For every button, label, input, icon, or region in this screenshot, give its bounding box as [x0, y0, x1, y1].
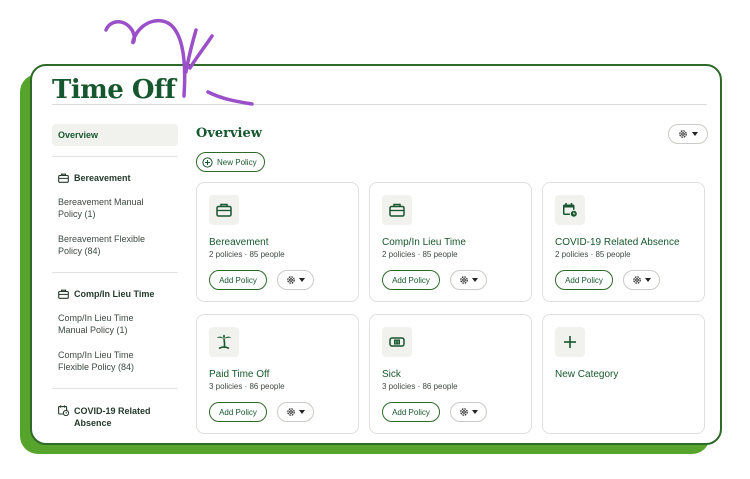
card-icon-box	[382, 327, 412, 357]
chevron-down-icon	[692, 132, 698, 136]
title-divider	[52, 104, 707, 105]
card-meta: 2 policies · 85 people	[382, 250, 458, 259]
briefcase-icon	[58, 173, 69, 183]
sidebar: Overview Bereavement Bereavement Manual …	[52, 124, 178, 443]
card-title: Comp/In Lieu Time	[382, 237, 466, 248]
gear-icon	[633, 276, 641, 284]
sidebar-item-label: Bereavement Manual	[58, 197, 144, 207]
sidebar-item-overview[interactable]: Overview	[52, 124, 178, 146]
sidebar-item-label: Bereavement Flexible	[58, 234, 146, 244]
sidebar-item-label: Policy (84)	[58, 246, 101, 256]
category-card-paid-time-off[interactable]: Paid Time Off 3 policies · 86 people Add…	[196, 314, 359, 434]
chevron-down-icon	[299, 278, 305, 282]
new-policy-button[interactable]: New Policy	[196, 152, 265, 172]
card-icon-box	[209, 195, 239, 225]
card-settings-button[interactable]	[623, 270, 660, 290]
card-meta: 2 policies · 85 people	[555, 250, 631, 259]
sidebar-divider	[52, 156, 178, 157]
new-policy-label: New Policy	[217, 157, 257, 167]
sidebar-item-label: Comp/In Lieu Time	[58, 313, 134, 323]
add-policy-button[interactable]: Add Policy	[209, 270, 267, 290]
section-title: Overview	[196, 126, 262, 141]
card-meta: 3 policies · 86 people	[382, 382, 458, 391]
sidebar-item-label: Flexible Policy (84)	[58, 362, 135, 372]
chevron-down-icon	[472, 410, 478, 414]
plus-circle-icon	[202, 156, 213, 168]
card-settings-button[interactable]	[277, 402, 314, 422]
chevron-down-icon	[299, 410, 305, 414]
gear-icon	[460, 408, 468, 416]
sidebar-group-covid[interactable]: COVID-19 Related Absence	[52, 405, 178, 429]
sidebar-group-label: COVID-19 Related	[74, 406, 151, 416]
palm-tree-icon	[217, 334, 231, 350]
category-card-comp-in-lieu[interactable]: Comp/In Lieu Time 2 policies · 85 people…	[369, 182, 532, 302]
add-policy-button[interactable]: Add Policy	[209, 402, 267, 422]
add-policy-button[interactable]: Add Policy	[555, 270, 613, 290]
card-icon-box	[555, 327, 585, 357]
category-card-sick[interactable]: Sick 3 policies · 86 people Add Policy	[369, 314, 532, 434]
category-card-covid[interactable]: COVID-19 Related Absence 2 policies · 85…	[542, 182, 705, 302]
settings-menu-button[interactable]	[668, 124, 708, 144]
add-policy-button[interactable]: Add Policy	[382, 270, 440, 290]
card-icon-box	[555, 195, 585, 225]
sidebar-group-comp-in-lieu[interactable]: Comp/In Lieu Time	[52, 289, 178, 299]
sidebar-group-label: Absence	[74, 418, 112, 428]
card-title: Bereavement	[209, 237, 269, 248]
sidebar-divider	[52, 388, 178, 389]
card-meta: 2 policies · 85 people	[209, 250, 285, 259]
app-window: Time Off Overview Bereavement Bereavemen…	[30, 64, 722, 445]
gear-icon	[679, 130, 687, 138]
gear-icon	[460, 276, 468, 284]
card-title: Paid Time Off	[209, 369, 270, 380]
briefcase-icon	[58, 289, 69, 299]
new-category-label: New Category	[555, 369, 619, 380]
sidebar-item-label: Comp/In Lieu Time	[58, 350, 134, 360]
sidebar-divider	[52, 272, 178, 273]
card-icon-box	[382, 195, 412, 225]
card-settings-button[interactable]	[277, 270, 314, 290]
sidebar-item-comp-manual[interactable]: Comp/In Lieu Time Manual Policy (1)	[52, 312, 178, 336]
sidebar-item-bereavement-flexible[interactable]: Bereavement Flexible Policy (84)	[52, 233, 178, 257]
sidebar-item-label: Policy (1)	[58, 209, 96, 219]
calendar-clock-icon	[563, 203, 578, 218]
gear-icon	[287, 408, 295, 416]
briefcase-icon	[216, 203, 232, 217]
category-card-bereavement[interactable]: Bereavement 2 policies · 85 people Add P…	[196, 182, 359, 302]
gear-icon	[287, 276, 295, 284]
card-title: Sick	[382, 369, 401, 380]
sidebar-item-label: Manual Policy (1)	[58, 325, 128, 335]
sidebar-item-comp-flexible[interactable]: Comp/In Lieu Time Flexible Policy (84)	[52, 349, 178, 373]
bandage-icon	[389, 337, 405, 347]
sidebar-group-label: Comp/In Lieu Time	[74, 289, 155, 299]
card-meta: 3 policies · 86 people	[209, 382, 285, 391]
card-settings-button[interactable]	[450, 402, 487, 422]
new-category-card[interactable]: New Category	[542, 314, 705, 434]
briefcase-icon	[389, 203, 405, 217]
card-title: COVID-19 Related Absence	[555, 237, 680, 248]
add-policy-button[interactable]: Add Policy	[382, 402, 440, 422]
sidebar-item-bereavement-manual[interactable]: Bereavement Manual Policy (1)	[52, 196, 178, 220]
card-icon-box	[209, 327, 239, 357]
chevron-down-icon	[472, 278, 478, 282]
card-settings-button[interactable]	[450, 270, 487, 290]
sidebar-group-label: Bereavement	[74, 173, 131, 183]
sidebar-group-bereavement[interactable]: Bereavement	[52, 173, 178, 183]
plus-icon	[564, 336, 576, 348]
calendar-clock-icon	[58, 405, 70, 417]
chevron-down-icon	[645, 278, 651, 282]
